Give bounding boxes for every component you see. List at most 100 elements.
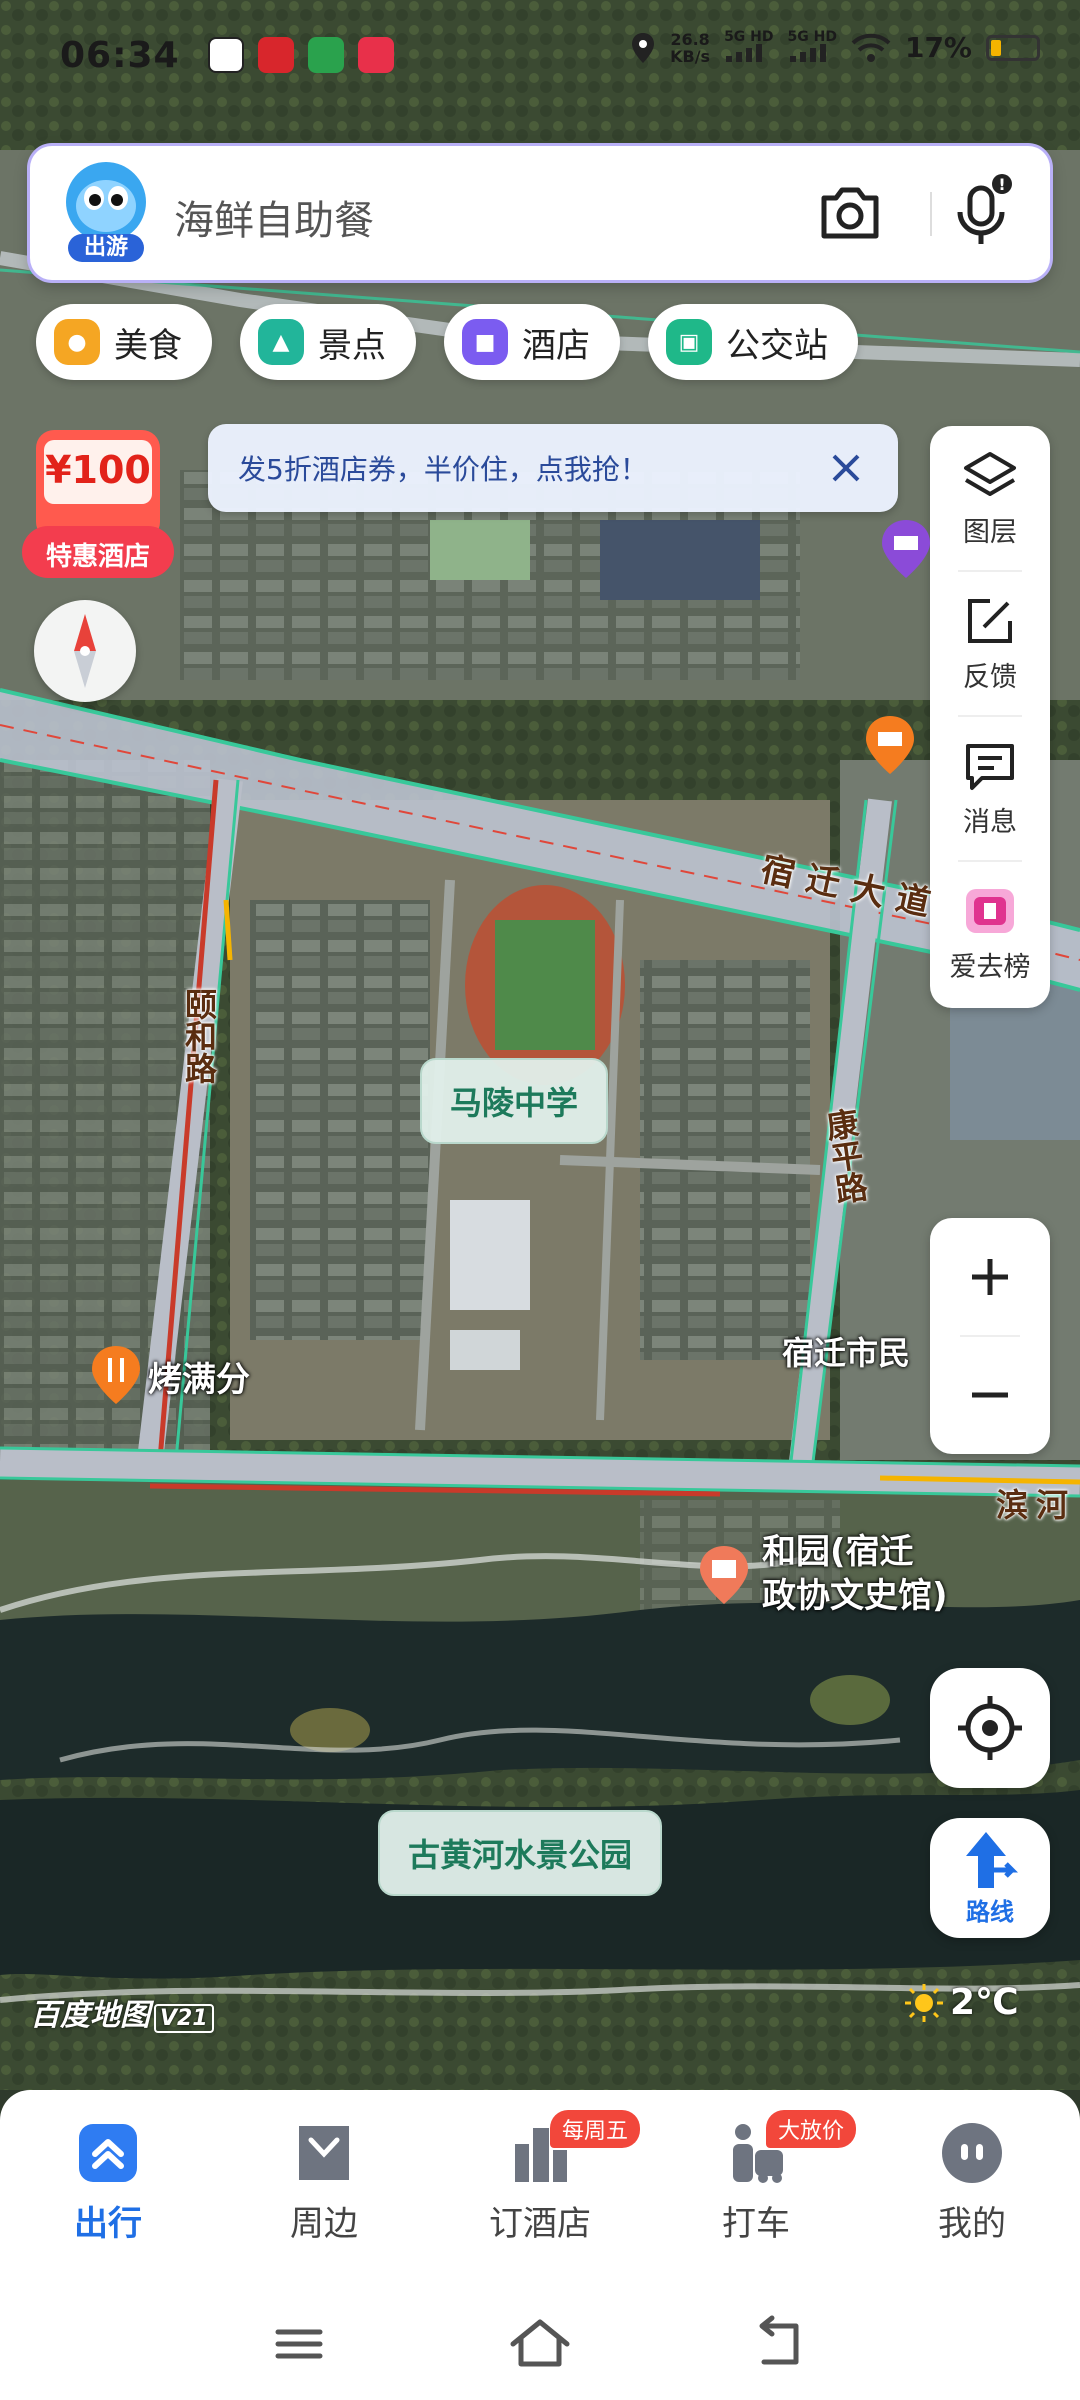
nav-book-hotel[interactable]: 订酒店 每周五 xyxy=(432,2110,648,2245)
promo-text: 发5折酒店券，半价住，点我抢！ xyxy=(238,453,648,486)
nav-badge: 大放价 xyxy=(766,2110,857,2148)
zoom-out-button[interactable] xyxy=(930,1336,1050,1454)
route-label: 路线 xyxy=(966,1897,1014,1926)
chip-food[interactable]: ● 美食 xyxy=(36,304,212,380)
message-icon xyxy=(966,744,1014,790)
poi-label[interactable]: 宿迁市民 xyxy=(782,1328,910,1374)
map-toolbar: 图层 反馈 消息 爱去榜 xyxy=(930,426,1050,1008)
hotel-pin-icon[interactable] xyxy=(880,518,932,580)
nav-taxi[interactable]: 打车 大放价 xyxy=(648,2110,864,2245)
plus-icon xyxy=(972,1259,1008,1295)
mascot-travel-button[interactable]: 出游 xyxy=(64,160,148,264)
sun-icon xyxy=(905,1983,943,2022)
nav-label: 我的 xyxy=(938,2204,1006,2244)
chip-label: 公交站 xyxy=(726,325,828,366)
promo-banner[interactable]: 发5折酒店券，半价住，点我抢！ xyxy=(208,424,898,512)
home-icon[interactable] xyxy=(505,2314,575,2374)
chip-label: 酒店 xyxy=(522,325,590,366)
nav-travel[interactable]: 出行 xyxy=(0,2120,216,2245)
nav-label: 打车 xyxy=(722,2204,790,2244)
food-icon: ● xyxy=(54,319,100,365)
watermark-text: 百度地图 xyxy=(30,1998,150,2033)
menu-icon[interactable] xyxy=(264,2314,334,2374)
map-watermark: 百度地图 V21 xyxy=(30,1990,214,2034)
profile-icon xyxy=(942,2123,1002,2183)
wifi-icon xyxy=(851,33,891,62)
feedback-icon xyxy=(968,599,1012,643)
chip-hotel[interactable]: ■ 酒店 xyxy=(444,304,620,380)
scenic-icon: ▲ xyxy=(258,319,304,365)
camera-icon[interactable] xyxy=(818,182,882,242)
route-arrow-icon xyxy=(966,1831,1018,1888)
toolbar-messages[interactable]: 消息 xyxy=(930,716,1050,861)
crosshair-icon xyxy=(958,1696,1022,1760)
toolbar-layers[interactable]: 图层 xyxy=(930,426,1050,571)
toolbar-feedback[interactable]: 反馈 xyxy=(930,571,1050,716)
chip-label: 景点 xyxy=(318,325,386,366)
road-label-yihe: 颐和路 xyxy=(180,988,218,1084)
svg-text:!: ! xyxy=(998,175,1005,194)
nav-badge: 每周五 xyxy=(550,2110,641,2148)
minus-icon xyxy=(972,1392,1008,1398)
nav-profile[interactable]: 我的 xyxy=(864,2120,1080,2245)
toolbar-label: 消息 xyxy=(963,807,1017,838)
poi-label[interactable]: 烤满分 xyxy=(148,1352,250,1401)
watermark-version: V21 xyxy=(154,2004,214,2033)
battery-icon xyxy=(986,34,1040,61)
zoom-in-button[interactable] xyxy=(930,1218,1050,1336)
restaurant-pin-icon[interactable] xyxy=(90,1344,142,1406)
app-notification-icon xyxy=(207,37,244,73)
zoom-controls xyxy=(930,1218,1050,1454)
temperature: 2℃ xyxy=(950,1982,1019,2023)
battery-percent: 17% xyxy=(904,31,972,64)
net-speed: 26.8 KB/s xyxy=(670,29,711,66)
layers-icon xyxy=(964,452,1016,496)
status-indicators: 26.8 KB/s 5G HD 5G HD 17% xyxy=(630,30,1040,65)
search-input[interactable]: 海鲜自助餐 xyxy=(174,188,374,246)
shop-pin-icon[interactable] xyxy=(864,714,916,776)
toolbar-ranking[interactable]: 爱去榜 xyxy=(930,861,1050,1006)
place-label-park[interactable]: 古黄河水景公园 xyxy=(378,1810,663,1896)
nearby-icon xyxy=(299,2126,349,2180)
clock: 06:34 xyxy=(60,34,180,76)
museum-pin-icon[interactable] xyxy=(698,1544,750,1606)
divider xyxy=(930,192,932,236)
close-icon[interactable] xyxy=(822,444,870,492)
nav-label: 订酒店 xyxy=(489,2204,591,2244)
status-bar: 06:34 26.8 KB/s 5G HD 5G HD 17% xyxy=(0,0,1080,110)
location-icon xyxy=(632,32,655,63)
poi-label[interactable]: 和园(宿迁 政协文史馆) xyxy=(762,1530,948,1618)
signal-icon: 5G HD xyxy=(788,30,837,65)
toolbar-label: 爱去榜 xyxy=(949,952,1031,983)
microphone-icon[interactable]: ! xyxy=(950,172,1014,252)
notification-icons xyxy=(207,37,394,73)
chip-scenic[interactable]: ▲ 景点 xyxy=(240,304,416,380)
weather-widget[interactable]: 2℃ xyxy=(904,1982,1019,2023)
chip-bus-stop[interactable]: ▣ 公交站 xyxy=(648,304,858,380)
locate-button[interactable] xyxy=(930,1668,1050,1788)
app-notification-icon xyxy=(257,37,294,73)
travel-icon xyxy=(79,2124,137,2182)
signal-icon: 5G HD xyxy=(724,30,774,65)
route-button[interactable]: 路线 xyxy=(930,1818,1050,1938)
search-bar[interactable]: 出游 海鲜自助餐 ! xyxy=(30,146,1050,280)
bus-icon: ▣ xyxy=(666,319,712,365)
ranking-icon xyxy=(966,889,1014,933)
bottom-navigation: 出行 周边 订酒店 每周五 打车 大放价 我的 xyxy=(0,2090,1080,2290)
hotel-deal-badge[interactable]: ¥100 特惠酒店 xyxy=(22,426,174,582)
toolbar-label: 图层 xyxy=(963,517,1017,548)
nav-nearby[interactable]: 周边 xyxy=(216,2120,432,2245)
app-notification-icon xyxy=(307,37,344,73)
place-label-school[interactable]: 马陵中学 xyxy=(420,1058,609,1144)
road-label-binhe: 滨河 xyxy=(996,1486,1077,1524)
compass-icon xyxy=(74,614,96,688)
compass-button[interactable] xyxy=(34,600,136,702)
nav-label: 出行 xyxy=(74,2204,142,2244)
toolbar-label: 反馈 xyxy=(963,662,1017,693)
back-icon[interactable] xyxy=(746,2314,816,2374)
nav-label: 周边 xyxy=(290,2204,358,2244)
mascot-label: 出游 xyxy=(83,235,128,260)
system-navigation-bar xyxy=(0,2290,1080,2400)
category-chips: ● 美食 ▲ 景点 ■ 酒店 ▣ 公交站 xyxy=(36,304,858,380)
hotel-icon: ■ xyxy=(462,319,508,365)
